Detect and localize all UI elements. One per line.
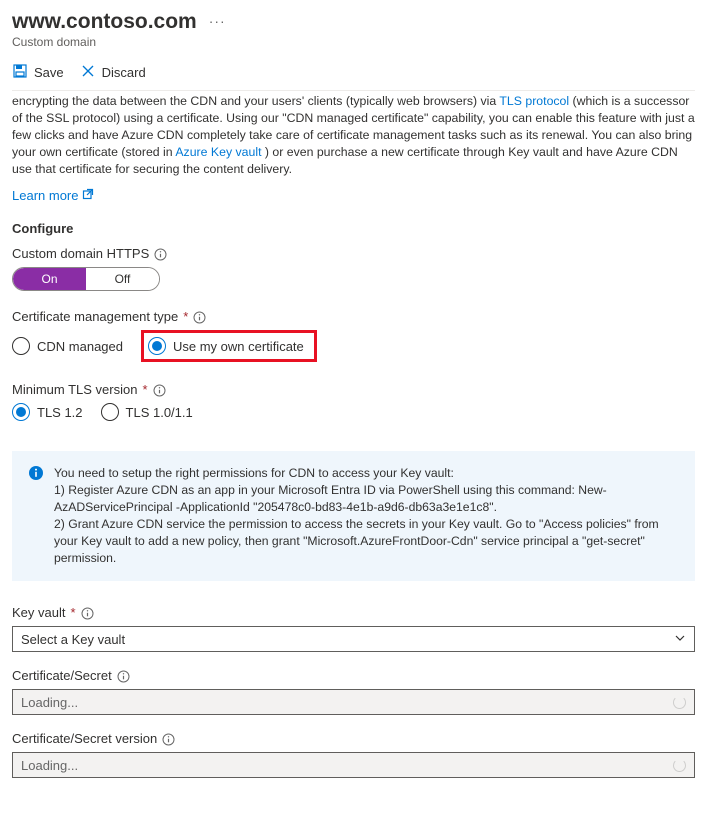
intro-segment-1: encrypting the data between the CDN and …: [12, 94, 499, 108]
radio-tls12[interactable]: TLS 1.2: [12, 403, 83, 421]
callout-line-3: 2) Grant Azure CDN service the permissio…: [54, 516, 679, 567]
https-toggle[interactable]: On Off: [12, 267, 160, 291]
tls-label-text: Minimum TLS version: [12, 382, 137, 397]
radio-label: CDN managed: [37, 339, 123, 354]
radio-icon: [12, 403, 30, 421]
key-vault-label-text: Key vault: [12, 605, 65, 620]
page-title: www.contoso.com: [12, 10, 197, 34]
toggle-on[interactable]: On: [13, 268, 86, 290]
toolbar: Save Discard: [12, 63, 695, 82]
key-vault-dropdown[interactable]: Select a Key vault: [12, 626, 695, 652]
required-marker: *: [142, 382, 147, 397]
radio-icon: [148, 337, 166, 355]
configure-heading: Configure: [12, 221, 695, 236]
save-label: Save: [34, 65, 64, 80]
toggle-off[interactable]: Off: [86, 268, 159, 290]
discard-label: Discard: [102, 65, 146, 80]
https-label: Custom domain HTTPS: [12, 246, 695, 261]
cert-secret-label: Certificate/Secret: [12, 668, 695, 683]
page-subtitle: Custom domain: [12, 35, 695, 49]
info-icon[interactable]: [117, 669, 130, 682]
radio-label: TLS 1.0/1.1: [126, 405, 193, 420]
dropdown-value: Loading...: [21, 758, 78, 773]
cert-secret-version-label: Certificate/Secret version: [12, 731, 695, 746]
radio-icon: [12, 337, 30, 355]
divider: [12, 90, 695, 91]
info-icon[interactable]: [193, 310, 206, 323]
tls-radio-group: TLS 1.2 TLS 1.0/1.1: [12, 403, 695, 421]
close-icon: [80, 63, 96, 82]
learn-more-label: Learn more: [12, 188, 78, 203]
learn-more-link[interactable]: Learn more: [12, 188, 94, 203]
radio-own-certificate[interactable]: Use my own certificate: [148, 337, 304, 355]
external-link-icon: [82, 188, 94, 203]
highlight-box: Use my own certificate: [141, 330, 317, 362]
info-icon[interactable]: [162, 732, 175, 745]
chevron-down-icon: [674, 632, 686, 647]
required-marker: *: [70, 605, 75, 620]
radio-label: TLS 1.2: [37, 405, 83, 420]
tls-protocol-link[interactable]: TLS protocol: [499, 94, 569, 108]
dropdown-value: Select a Key vault: [21, 632, 125, 647]
cert-secret-version-label-text: Certificate/Secret version: [12, 731, 157, 746]
loading-spinner-icon: [673, 759, 686, 772]
callout-line-2: 1) Register Azure CDN as an app in your …: [54, 482, 679, 516]
key-vault-label: Key vault *: [12, 605, 695, 620]
required-marker: *: [183, 309, 188, 324]
save-button[interactable]: Save: [12, 63, 64, 82]
cert-secret-label-text: Certificate/Secret: [12, 668, 112, 683]
save-icon: [12, 63, 28, 82]
loading-spinner-icon: [673, 696, 686, 709]
radio-label: Use my own certificate: [173, 339, 304, 354]
radio-icon: [101, 403, 119, 421]
info-icon[interactable]: [81, 606, 94, 619]
cert-secret-dropdown[interactable]: Loading...: [12, 689, 695, 715]
tls-version-label: Minimum TLS version *: [12, 382, 695, 397]
permissions-callout: You need to setup the right permissions …: [12, 451, 695, 581]
discard-button[interactable]: Discard: [80, 63, 146, 82]
azure-key-vault-link[interactable]: Azure Key vault: [175, 145, 261, 159]
https-label-text: Custom domain HTTPS: [12, 246, 149, 261]
cert-type-label: Certificate management type *: [12, 309, 695, 324]
dropdown-value: Loading...: [21, 695, 78, 710]
callout-line-1: You need to setup the right permissions …: [54, 465, 679, 482]
intro-text: encrypting the data between the CDN and …: [12, 93, 695, 178]
info-icon[interactable]: [153, 383, 166, 396]
radio-cdn-managed[interactable]: CDN managed: [12, 337, 123, 355]
more-button[interactable]: ···: [209, 13, 226, 29]
info-icon: [28, 465, 44, 567]
callout-text: You need to setup the right permissions …: [54, 465, 679, 567]
radio-tls1011[interactable]: TLS 1.0/1.1: [101, 403, 193, 421]
info-icon[interactable]: [154, 247, 167, 260]
cert-type-label-text: Certificate management type: [12, 309, 178, 324]
cert-type-radio-group: CDN managed Use my own certificate: [12, 330, 695, 362]
